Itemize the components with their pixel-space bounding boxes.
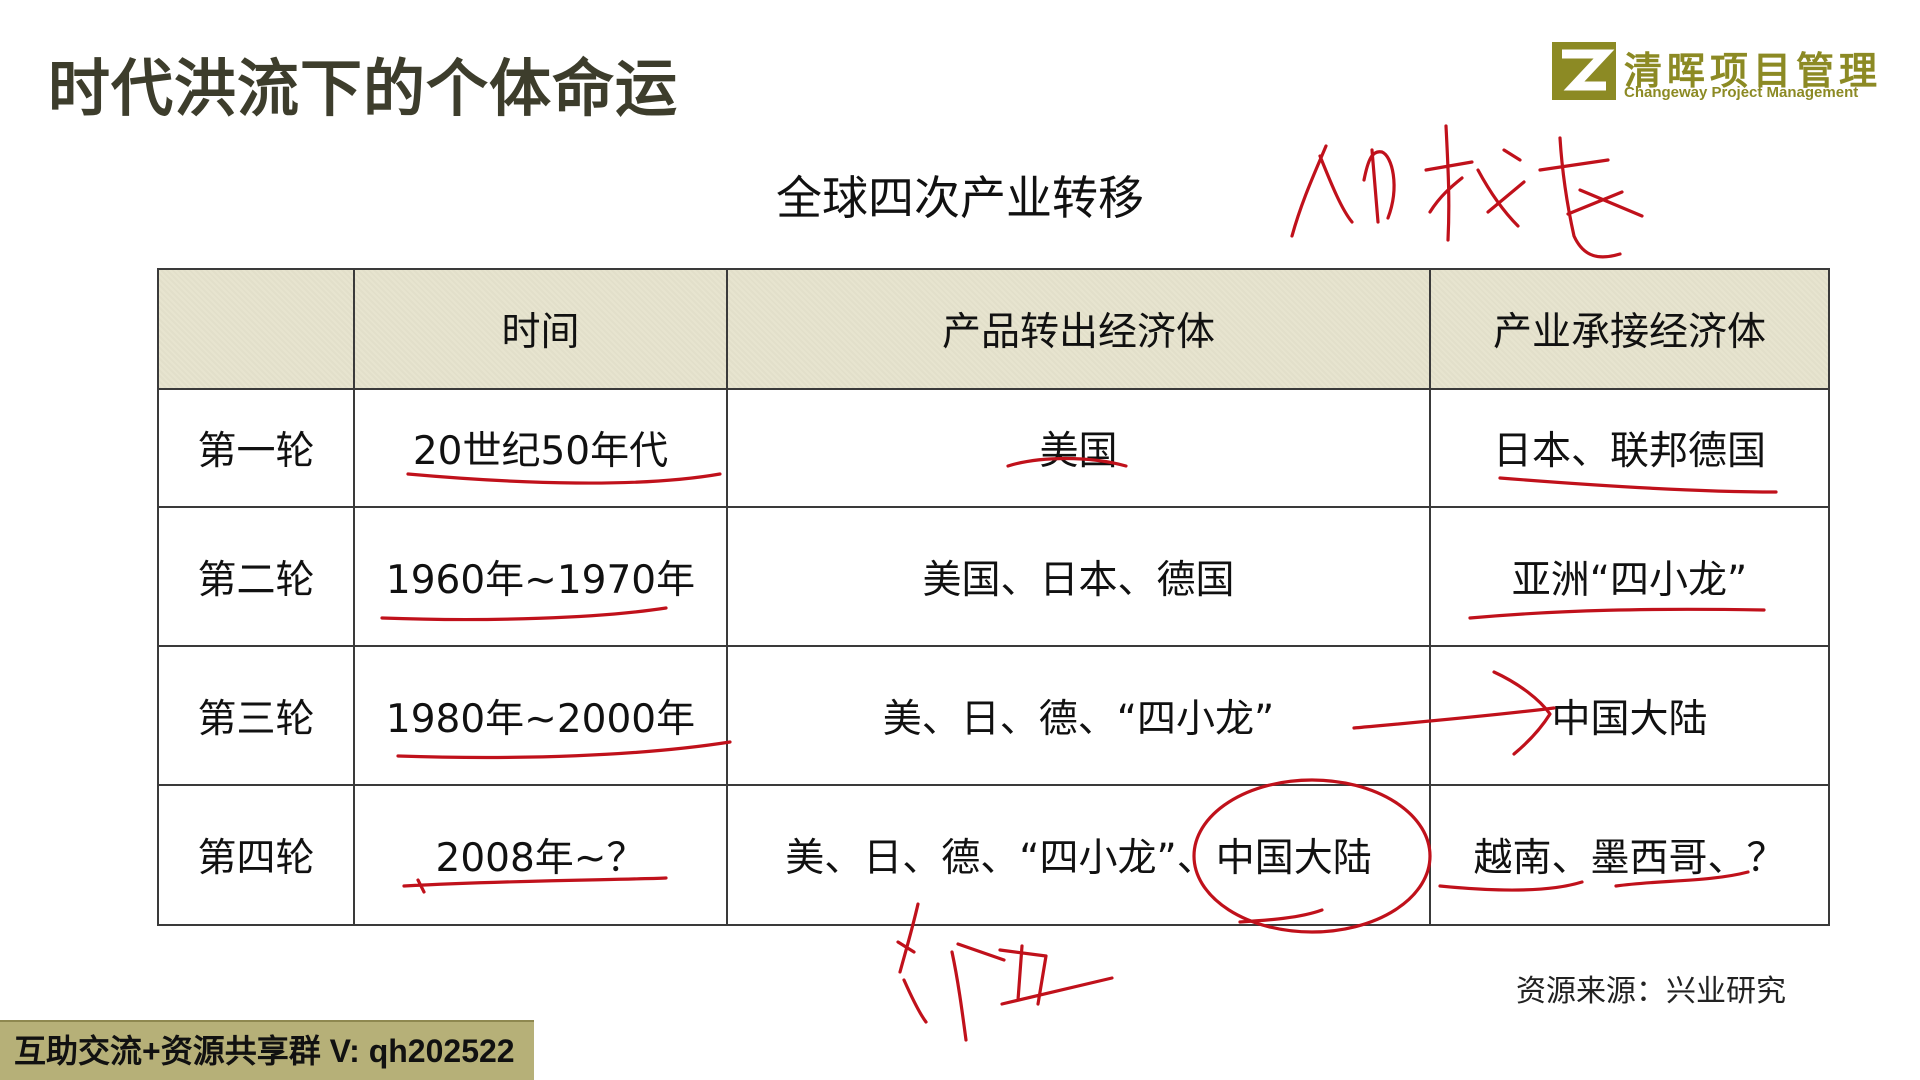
time-cell: 20世纪50年代 <box>353 388 728 508</box>
receiving-economy-cell: 日本、联邦德国 <box>1429 388 1830 508</box>
footer-banner: 互助交流+资源共享群 V: qh202522 <box>0 1020 534 1080</box>
source-economy-cell: 美国 <box>726 388 1431 508</box>
table-row: 第三轮 1980年~2000年 美、日、德、“四小龙” 中国大陆 <box>157 645 1830 786</box>
round-cell: 第二轮 <box>157 506 355 647</box>
source-economy-cell: 美国、日本、德国 <box>726 506 1431 647</box>
header-cell: 产业承接经济体 <box>1429 268 1830 390</box>
source-note: 资源来源：兴业研究 <box>1516 974 1786 1009</box>
source-economy-cell: 美、日、德、“四小龙”、中国大陆 <box>726 784 1431 926</box>
table-title-text: 全球四次产业转移 <box>776 171 1144 225</box>
time-cell: 1980年~2000年 <box>353 645 728 786</box>
table-row: 第二轮 1960年~1970年 美国、日本、德国 亚洲“四小龙” <box>157 506 1830 647</box>
logo: 清晖项目管理 Changeway Project Management <box>1552 40 1892 104</box>
ink-scribble <box>998 944 1114 1006</box>
receiving-economy-cell: 亚洲“四小龙” <box>1429 506 1830 647</box>
round-cell: 第四轮 <box>157 784 355 926</box>
round-cell: 第一轮 <box>157 388 355 508</box>
source-economy-cell: 美、日、德、“四小龙” <box>726 645 1431 786</box>
table-row: 第四轮 2008年~？ 美、日、德、“四小龙”、中国大陆 越南、墨西哥、？ <box>157 784 1830 926</box>
table-title: 全球四次产业转移 <box>0 162 1920 228</box>
time-cell: 1960年~1970年 <box>353 506 728 647</box>
header-cell: 时间 <box>353 268 728 390</box>
header-cell: 产品转出经济体 <box>726 268 1431 390</box>
round-cell: 第三轮 <box>157 645 355 786</box>
industry-transfer-table: 时间 产品转出经济体 产业承接经济体 第一轮 20世纪50年代 美国 日本、联邦… <box>157 268 1830 926</box>
time-cell: 2008年~？ <box>353 784 728 926</box>
receiving-economy-cell: 越南、墨西哥、？ <box>1429 784 1830 926</box>
receiving-economy-cell: 中国大陆 <box>1429 645 1830 786</box>
table-header-row: 时间 产品转出经济体 产业承接经济体 <box>157 268 1830 390</box>
table-row: 第一轮 20世纪50年代 美国 日本、联邦德国 <box>157 388 1830 508</box>
logo-mark-icon <box>1552 42 1616 100</box>
logo-name-en: Changeway Project Management <box>1624 84 1859 101</box>
slide-title: 时代洪流下的个体命运 <box>48 52 679 125</box>
header-cell <box>157 268 355 390</box>
ink-scribble <box>950 942 1006 1042</box>
